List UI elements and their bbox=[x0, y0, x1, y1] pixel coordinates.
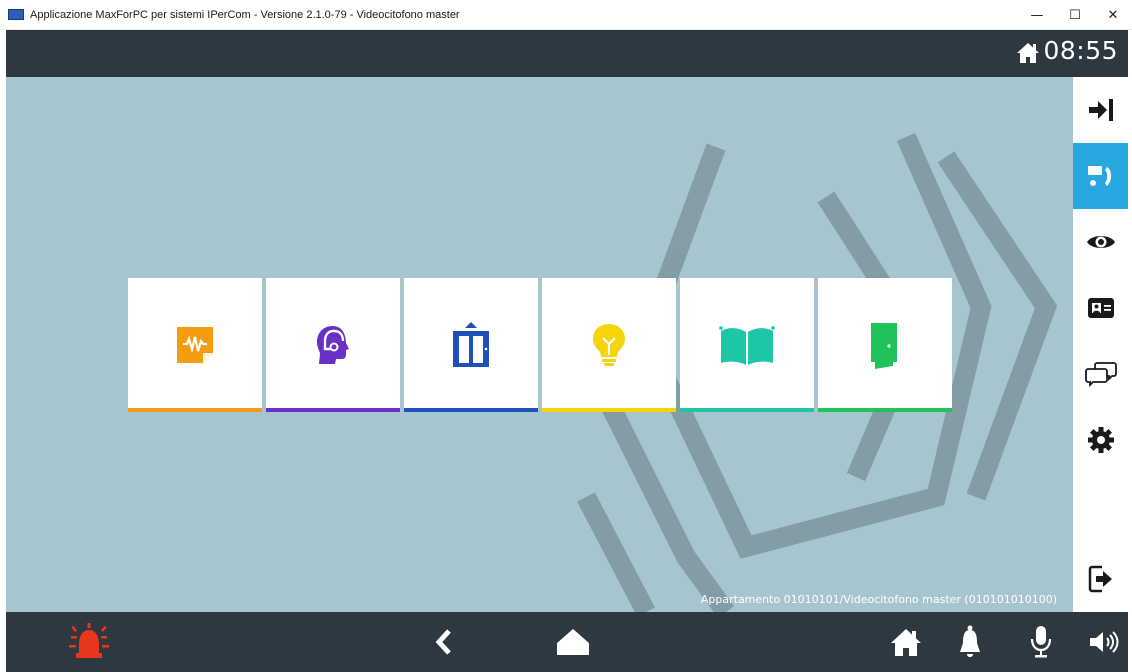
home-button[interactable] bbox=[552, 612, 594, 672]
back-button[interactable] bbox=[424, 612, 464, 672]
sidebar-item-forward[interactable] bbox=[1073, 77, 1128, 143]
minimize-button[interactable]: — bbox=[1018, 0, 1056, 30]
tile-bar bbox=[266, 408, 400, 412]
alarm-button[interactable] bbox=[64, 612, 114, 672]
tile-bar bbox=[128, 408, 262, 412]
chat-bubbles-icon bbox=[1084, 362, 1117, 388]
gear-icon bbox=[1087, 427, 1114, 453]
back-chevron-icon bbox=[435, 629, 451, 655]
tile-bar bbox=[404, 408, 538, 412]
speaker-icon bbox=[1090, 631, 1119, 653]
tile-lights[interactable] bbox=[542, 278, 676, 412]
window-titlebar: Applicazione MaxForPC per sistemi IPerCo… bbox=[0, 0, 1132, 30]
clock: 08:55 bbox=[1043, 36, 1118, 65]
intercom-call-icon bbox=[1087, 166, 1111, 186]
microphone-icon bbox=[1030, 626, 1052, 658]
maximize-button[interactable]: ☐ bbox=[1056, 0, 1094, 30]
main-area: Appartamento 01010101/Videocitofono mast… bbox=[6, 77, 1073, 612]
tile-elevator[interactable] bbox=[404, 278, 538, 412]
bottom-bar bbox=[6, 612, 1128, 672]
tile-audio-message[interactable] bbox=[128, 278, 262, 412]
window-title: Applicazione MaxForPC per sistemi IPerCo… bbox=[30, 8, 460, 21]
contact-card-icon bbox=[1087, 298, 1114, 318]
home-shape-icon bbox=[557, 629, 589, 655]
right-sidebar bbox=[1073, 77, 1128, 612]
headset-operator-icon bbox=[317, 326, 349, 364]
gate-icon bbox=[719, 326, 775, 365]
logout-icon bbox=[1088, 565, 1112, 593]
function-tiles bbox=[128, 278, 952, 412]
eye-icon bbox=[1086, 236, 1115, 248]
sidebar-item-intercom[interactable] bbox=[1073, 143, 1128, 209]
sidebar-item-settings[interactable] bbox=[1073, 407, 1128, 473]
elevator-icon bbox=[453, 322, 489, 367]
sidebar-item-view[interactable] bbox=[1073, 209, 1128, 275]
home-icon[interactable] bbox=[1016, 42, 1040, 64]
tile-operator[interactable] bbox=[266, 278, 400, 412]
home-status-button[interactable] bbox=[886, 612, 926, 672]
device-info: Appartamento 01010101/Videocitofono mast… bbox=[700, 593, 1057, 606]
home-icon bbox=[891, 629, 921, 656]
tile-gate[interactable] bbox=[680, 278, 814, 412]
app-header: 08:55 bbox=[6, 30, 1128, 77]
sidebar-item-messages[interactable] bbox=[1073, 341, 1128, 407]
speaker-button[interactable] bbox=[1084, 612, 1124, 672]
tile-bar bbox=[542, 408, 676, 412]
alarm-icon bbox=[69, 623, 109, 658]
lightbulb-icon bbox=[593, 324, 625, 366]
tile-door[interactable] bbox=[818, 278, 952, 412]
door-icon bbox=[871, 323, 897, 369]
audio-message-icon bbox=[177, 327, 213, 363]
bell-icon bbox=[960, 625, 980, 657]
arrow-to-bar-icon bbox=[1088, 99, 1113, 121]
sidebar-item-contacts[interactable] bbox=[1073, 275, 1128, 341]
close-button[interactable]: ✕ bbox=[1094, 0, 1132, 30]
app-window-icon bbox=[8, 9, 24, 20]
sidebar-item-logout[interactable] bbox=[1073, 546, 1128, 612]
bell-button[interactable] bbox=[952, 612, 988, 672]
microphone-button[interactable] bbox=[1026, 612, 1056, 672]
tile-bar bbox=[818, 408, 952, 412]
tile-bar bbox=[680, 408, 814, 412]
